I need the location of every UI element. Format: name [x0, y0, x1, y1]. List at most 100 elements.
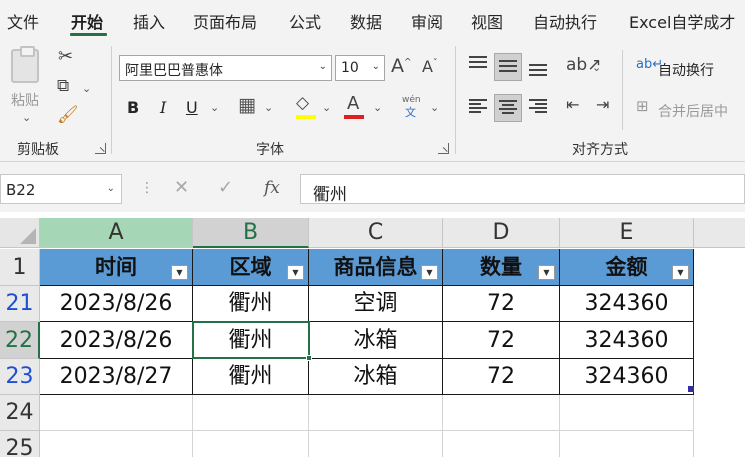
wrap-text-button[interactable]: 自动换行 [658, 60, 714, 80]
row-header-22[interactable]: 22 [0, 322, 40, 359]
select-all-button[interactable] [0, 218, 40, 248]
header-cell-quantity[interactable]: 数量 ▼ [443, 249, 560, 286]
empty-cell[interactable] [443, 431, 560, 457]
align-left-icon[interactable] [469, 99, 487, 113]
tab-formulas[interactable]: 公式 [289, 9, 321, 33]
row-header-23[interactable]: 23 [0, 359, 40, 395]
tab-home[interactable]: 开始 [71, 9, 103, 33]
empty-cell[interactable] [309, 395, 443, 431]
italic-button[interactable]: I [160, 98, 166, 117]
row-header-25[interactable]: 25 [0, 431, 40, 457]
cut-icon[interactable]: ✂ [58, 48, 73, 66]
cell-c22[interactable]: 冰箱 [309, 322, 443, 359]
empty-cell[interactable] [40, 431, 193, 457]
bold-button[interactable]: B [127, 98, 139, 117]
cell-d23[interactable]: 72 [443, 359, 560, 395]
cell-b21[interactable]: 衢州 [193, 286, 309, 322]
tab-page-layout[interactable]: 页面布局 [193, 9, 257, 33]
row-header-24[interactable]: 24 [0, 395, 40, 431]
tab-insert[interactable]: 插入 [133, 9, 165, 33]
empty-cell[interactable] [193, 431, 309, 457]
decrease-font-size-icon[interactable]: Aˇ [422, 59, 437, 75]
increase-font-size-icon[interactable]: A^ [391, 57, 412, 76]
align-right-icon[interactable] [529, 99, 547, 113]
filter-dropdown-icon[interactable]: ▼ [421, 265, 438, 280]
tab-excel-self-study[interactable]: Excel自学成才 [629, 9, 735, 33]
font-color-icon[interactable]: A [347, 95, 359, 113]
copy-icon[interactable]: ⧉ [57, 78, 69, 95]
cell-b23[interactable]: 衢州 [193, 359, 309, 395]
worksheet-grid[interactable]: A B C D E 1 21 22 23 24 25 时间 ▼ 区域 ▼ 商品信息 ▼… [0, 212, 745, 457]
column-header-a[interactable]: A [40, 218, 193, 248]
column-header-c[interactable]: C [309, 218, 443, 248]
merge-center-button[interactable]: 合并后居中 [658, 101, 728, 121]
borders-dropdown-icon[interactable]: ⌄ [264, 102, 273, 113]
tab-data[interactable]: 数据 [350, 9, 382, 33]
borders-icon[interactable]: ▦ [238, 96, 256, 115]
font-name-select[interactable]: 阿里巴巴普惠体 ⌄ [119, 55, 332, 81]
empty-cell[interactable] [443, 395, 560, 431]
enter-icon[interactable]: ✓ [218, 177, 233, 198]
cancel-icon[interactable]: ✕ [174, 177, 189, 198]
font-size-select[interactable]: 10 ⌄ [335, 55, 385, 81]
align-bottom-icon[interactable] [529, 64, 547, 78]
cell-e22[interactable]: 324360 [560, 322, 694, 359]
empty-cell[interactable] [309, 431, 443, 457]
name-box[interactable]: B22 ⌄ [0, 174, 122, 204]
merge-center-icon[interactable]: ⊞ [636, 99, 649, 114]
cell-c23[interactable]: 冰箱 [309, 359, 443, 395]
pinyin-top[interactable]: wén [402, 96, 421, 105]
decrease-indent-icon[interactable]: ⇤ [566, 97, 579, 113]
format-painter-icon[interactable]: 🖌 [57, 107, 79, 124]
font-launcher-icon[interactable] [438, 143, 449, 154]
column-header-d[interactable]: D [443, 218, 560, 248]
orientation-dropdown-icon[interactable]: ⌄ [592, 62, 601, 73]
paste-icon[interactable] [11, 46, 39, 83]
insert-function-icon[interactable]: fx [264, 178, 280, 198]
underline-button[interactable]: U [186, 98, 198, 117]
filter-active-icon[interactable]: ▼ [287, 265, 304, 280]
header-cell-amount[interactable]: 金额 ▼ [560, 249, 694, 286]
cell-d22[interactable]: 72 [443, 322, 560, 359]
font-color-dropdown-icon[interactable]: ⌄ [373, 102, 382, 113]
copy-dropdown-icon[interactable]: ⌄ [82, 83, 91, 94]
empty-cell[interactable] [40, 395, 193, 431]
column-header-b[interactable]: B [193, 218, 309, 248]
filter-dropdown-icon[interactable]: ▼ [171, 265, 188, 280]
cell-c21[interactable]: 空调 [309, 286, 443, 322]
header-cell-product[interactable]: 商品信息 ▼ [309, 249, 443, 286]
tab-review[interactable]: 审阅 [411, 9, 443, 33]
filter-dropdown-icon[interactable]: ▼ [538, 265, 555, 280]
clipboard-launcher-icon[interactable] [95, 143, 106, 154]
increase-indent-icon[interactable]: ⇥ [596, 97, 609, 113]
fill-handle[interactable] [306, 355, 312, 361]
fill-color-dropdown-icon[interactable]: ⌄ [322, 102, 331, 113]
phonetic-guide-icon[interactable]: 文 [405, 107, 416, 118]
column-header-e[interactable]: E [560, 218, 694, 248]
underline-dropdown-icon[interactable]: ⌄ [210, 102, 219, 113]
tab-file[interactable]: 文件 [7, 9, 39, 33]
cell-e23[interactable]: 324360 [560, 359, 694, 395]
align-top-icon[interactable] [469, 56, 487, 70]
cell-d21[interactable]: 72 [443, 286, 560, 322]
cell-a23[interactable]: 2023/8/27 [40, 359, 193, 395]
paste-button-label[interactable]: 粘贴 [11, 90, 39, 110]
phonetic-dropdown-icon[interactable]: ⌄ [430, 102, 439, 113]
cell-e21[interactable]: 324360 [560, 286, 694, 322]
filter-dropdown-icon[interactable]: ▼ [672, 265, 689, 280]
empty-cell[interactable] [193, 395, 309, 431]
table-resize-handle[interactable] [688, 386, 694, 392]
cell-a22[interactable]: 2023/8/26 [40, 322, 193, 359]
tab-view[interactable]: 视图 [471, 9, 503, 33]
empty-cell[interactable] [560, 395, 694, 431]
column-header-f[interactable] [694, 218, 745, 248]
row-header-1[interactable]: 1 [0, 249, 40, 286]
tab-automate[interactable]: 自动执行 [533, 9, 597, 33]
empty-cell[interactable] [560, 431, 694, 457]
header-cell-region[interactable]: 区域 ▼ [193, 249, 309, 286]
row-header-21[interactable]: 21 [0, 286, 40, 322]
header-cell-time[interactable]: 时间 ▼ [40, 249, 193, 286]
cell-a21[interactable]: 2023/8/26 [40, 286, 193, 322]
paste-dropdown-icon[interactable]: ⌄ [22, 112, 31, 123]
fill-color-icon[interactable]: ◇ [296, 95, 309, 112]
